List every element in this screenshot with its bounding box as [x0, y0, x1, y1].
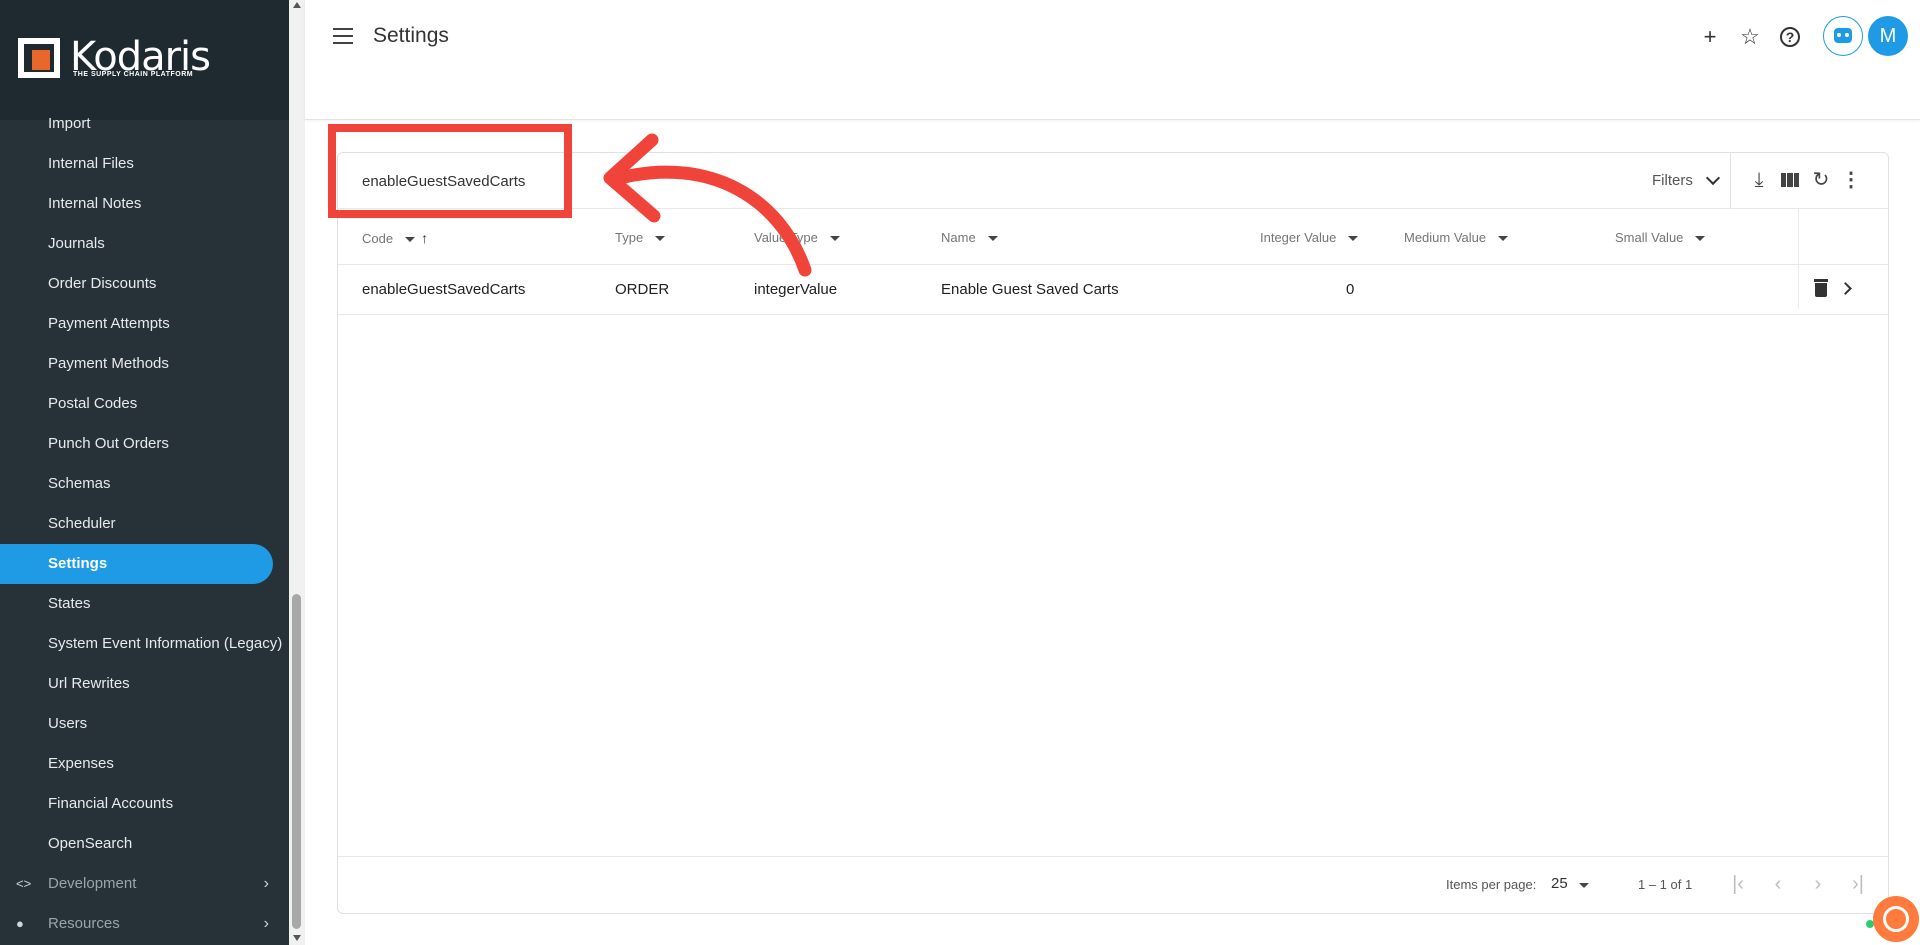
column-header-medium-value[interactable]: Medium Value	[1404, 230, 1509, 245]
sort-dropdown-icon[interactable]	[1498, 236, 1509, 242]
refresh-icon[interactable]: ↻	[1808, 167, 1834, 193]
chevron-right-icon: ›	[263, 915, 269, 932]
cell-name: Enable Guest Saved Carts	[941, 281, 1119, 298]
items-per-page-select[interactable]: 25	[1551, 875, 1568, 892]
scroll-down-arrow-icon[interactable]	[293, 935, 301, 941]
sidebar-nav: Import Internal Files Internal Notes Jou…	[0, 104, 289, 944]
page-range-label: 1 – 1 of 1	[1638, 877, 1693, 892]
sidebar-item-settings[interactable]: Settings	[0, 544, 273, 584]
sort-dropdown-icon[interactable]	[829, 236, 840, 242]
column-header-integer-value[interactable]: Integer Value	[1260, 230, 1359, 245]
top-header: Settings + ☆ ? M	[305, 0, 1920, 120]
next-page-icon[interactable]: ›	[1806, 873, 1830, 896]
bot-assistant-button[interactable]	[1823, 16, 1863, 56]
menu-icon[interactable]	[333, 28, 353, 44]
scroll-up-arrow-icon[interactable]	[293, 2, 301, 8]
settings-table-card: enableGuestSavedCarts Filters ⤓ ↻ ⋮ Code…	[337, 152, 1889, 914]
column-label: Code	[362, 231, 394, 246]
logo-mark	[18, 38, 60, 78]
items-per-page-label: Items per page:	[1446, 877, 1537, 892]
arrow-up-icon[interactable]: ↑	[421, 230, 428, 246]
sidebar-item-postal-codes[interactable]: Postal Codes	[0, 384, 289, 424]
sort-dropdown-icon[interactable]	[987, 236, 998, 242]
sort-dropdown-icon[interactable]	[1695, 236, 1706, 242]
table-row[interactable]: enableGuestSavedCarts ORDER integerValue…	[338, 265, 1888, 315]
annotation-arrow	[603, 133, 812, 277]
logo[interactable]: Kodaris THE SUPPLY CHAIN PLATFORM	[0, 0, 289, 120]
sidebar-item-punch-out-orders[interactable]: Punch Out Orders	[0, 424, 289, 464]
page-title: Settings	[373, 24, 449, 47]
sidebar-item-url-rewrites[interactable]: Url Rewrites	[0, 664, 289, 704]
column-header-code[interactable]: Code ↑	[362, 230, 428, 246]
chevron-right-icon[interactable]	[1839, 282, 1852, 295]
column-label: Medium Value	[1404, 230, 1487, 245]
previous-page-icon[interactable]: ‹	[1766, 873, 1790, 896]
sidebar-group-resources[interactable]: ● Resources ›	[0, 904, 289, 944]
annotation-highlight-box	[328, 124, 572, 218]
chevron-down-icon[interactable]	[1705, 170, 1721, 186]
sidebar-item-system-event-information[interactable]: System Event Information (Legacy)	[0, 624, 289, 664]
sidebar-group-label: Resources	[48, 915, 120, 932]
delete-icon[interactable]	[1814, 279, 1828, 297]
sidebar: Kodaris THE SUPPLY CHAIN PLATFORM Import…	[0, 0, 289, 945]
star-icon[interactable]: ☆	[1737, 24, 1763, 50]
column-label: Small Value	[1615, 230, 1684, 245]
sidebar-item-payment-methods[interactable]: Payment Methods	[0, 344, 289, 384]
dropdown-arrow-icon[interactable]	[1579, 883, 1589, 888]
help-icon[interactable]: ?	[1780, 27, 1800, 47]
cell-code: enableGuestSavedCarts	[362, 281, 526, 298]
logo-tagline: THE SUPPLY CHAIN PLATFORM	[73, 71, 194, 78]
sidebar-item-schemas[interactable]: Schemas	[0, 464, 289, 504]
help-circle-icon: ●	[16, 916, 24, 931]
scrollbar-thumb[interactable]	[292, 594, 301, 929]
chevron-right-icon: ›	[263, 875, 269, 892]
sidebar-item-financial-accounts[interactable]: Financial Accounts	[0, 784, 289, 824]
table-paginator: Items per page: 25 1 – 1 of 1 |‹ ‹ › ›|	[338, 856, 1888, 914]
filters-button[interactable]: Filters	[1652, 172, 1693, 189]
column-header-small-value[interactable]: Small Value	[1615, 230, 1706, 245]
sidebar-item-users[interactable]: Users	[0, 704, 289, 744]
bot-icon	[1834, 28, 1852, 43]
columns-icon[interactable]	[1781, 173, 1799, 187]
sidebar-item-payment-attempts[interactable]: Payment Attempts	[0, 304, 289, 344]
avatar[interactable]: M	[1868, 16, 1908, 56]
sidebar-item-internal-notes[interactable]: Internal Notes	[0, 184, 289, 224]
sidebar-item-states[interactable]: States	[0, 584, 289, 624]
last-page-icon[interactable]: ›|	[1846, 873, 1870, 896]
sidebar-group-label: Development	[48, 875, 137, 892]
chat-widget-button[interactable]	[1873, 896, 1919, 942]
sidebar-item-import[interactable]: Import	[0, 104, 289, 144]
sidebar-item-scheduler[interactable]: Scheduler	[0, 504, 289, 544]
sidebar-scrollbar[interactable]	[289, 0, 305, 945]
cell-integer-value: 0	[1346, 281, 1355, 298]
chat-icon	[1883, 906, 1909, 932]
column-label: Name	[941, 230, 976, 245]
more-vert-icon[interactable]: ⋮	[1838, 167, 1864, 193]
sidebar-item-order-discounts[interactable]: Order Discounts	[0, 264, 289, 304]
first-page-icon[interactable]: |‹	[1726, 873, 1750, 896]
sidebar-item-expenses[interactable]: Expenses	[0, 744, 289, 784]
toolbar-divider	[1730, 153, 1731, 209]
sidebar-group-development[interactable]: <> Development ›	[0, 864, 289, 904]
sort-dropdown-icon[interactable]	[1348, 236, 1359, 242]
download-icon[interactable]: ⤓	[1746, 167, 1772, 193]
column-header-name[interactable]: Name	[941, 230, 998, 245]
column-label: Integer Value	[1260, 230, 1337, 245]
add-icon[interactable]: +	[1697, 24, 1723, 50]
sort-dropdown-icon[interactable]	[405, 237, 416, 243]
sidebar-item-internal-files[interactable]: Internal Files	[0, 144, 289, 184]
sidebar-item-opensearch[interactable]: OpenSearch	[0, 824, 289, 864]
code-icon: <>	[16, 876, 32, 891]
sidebar-item-journals[interactable]: Journals	[0, 224, 289, 264]
